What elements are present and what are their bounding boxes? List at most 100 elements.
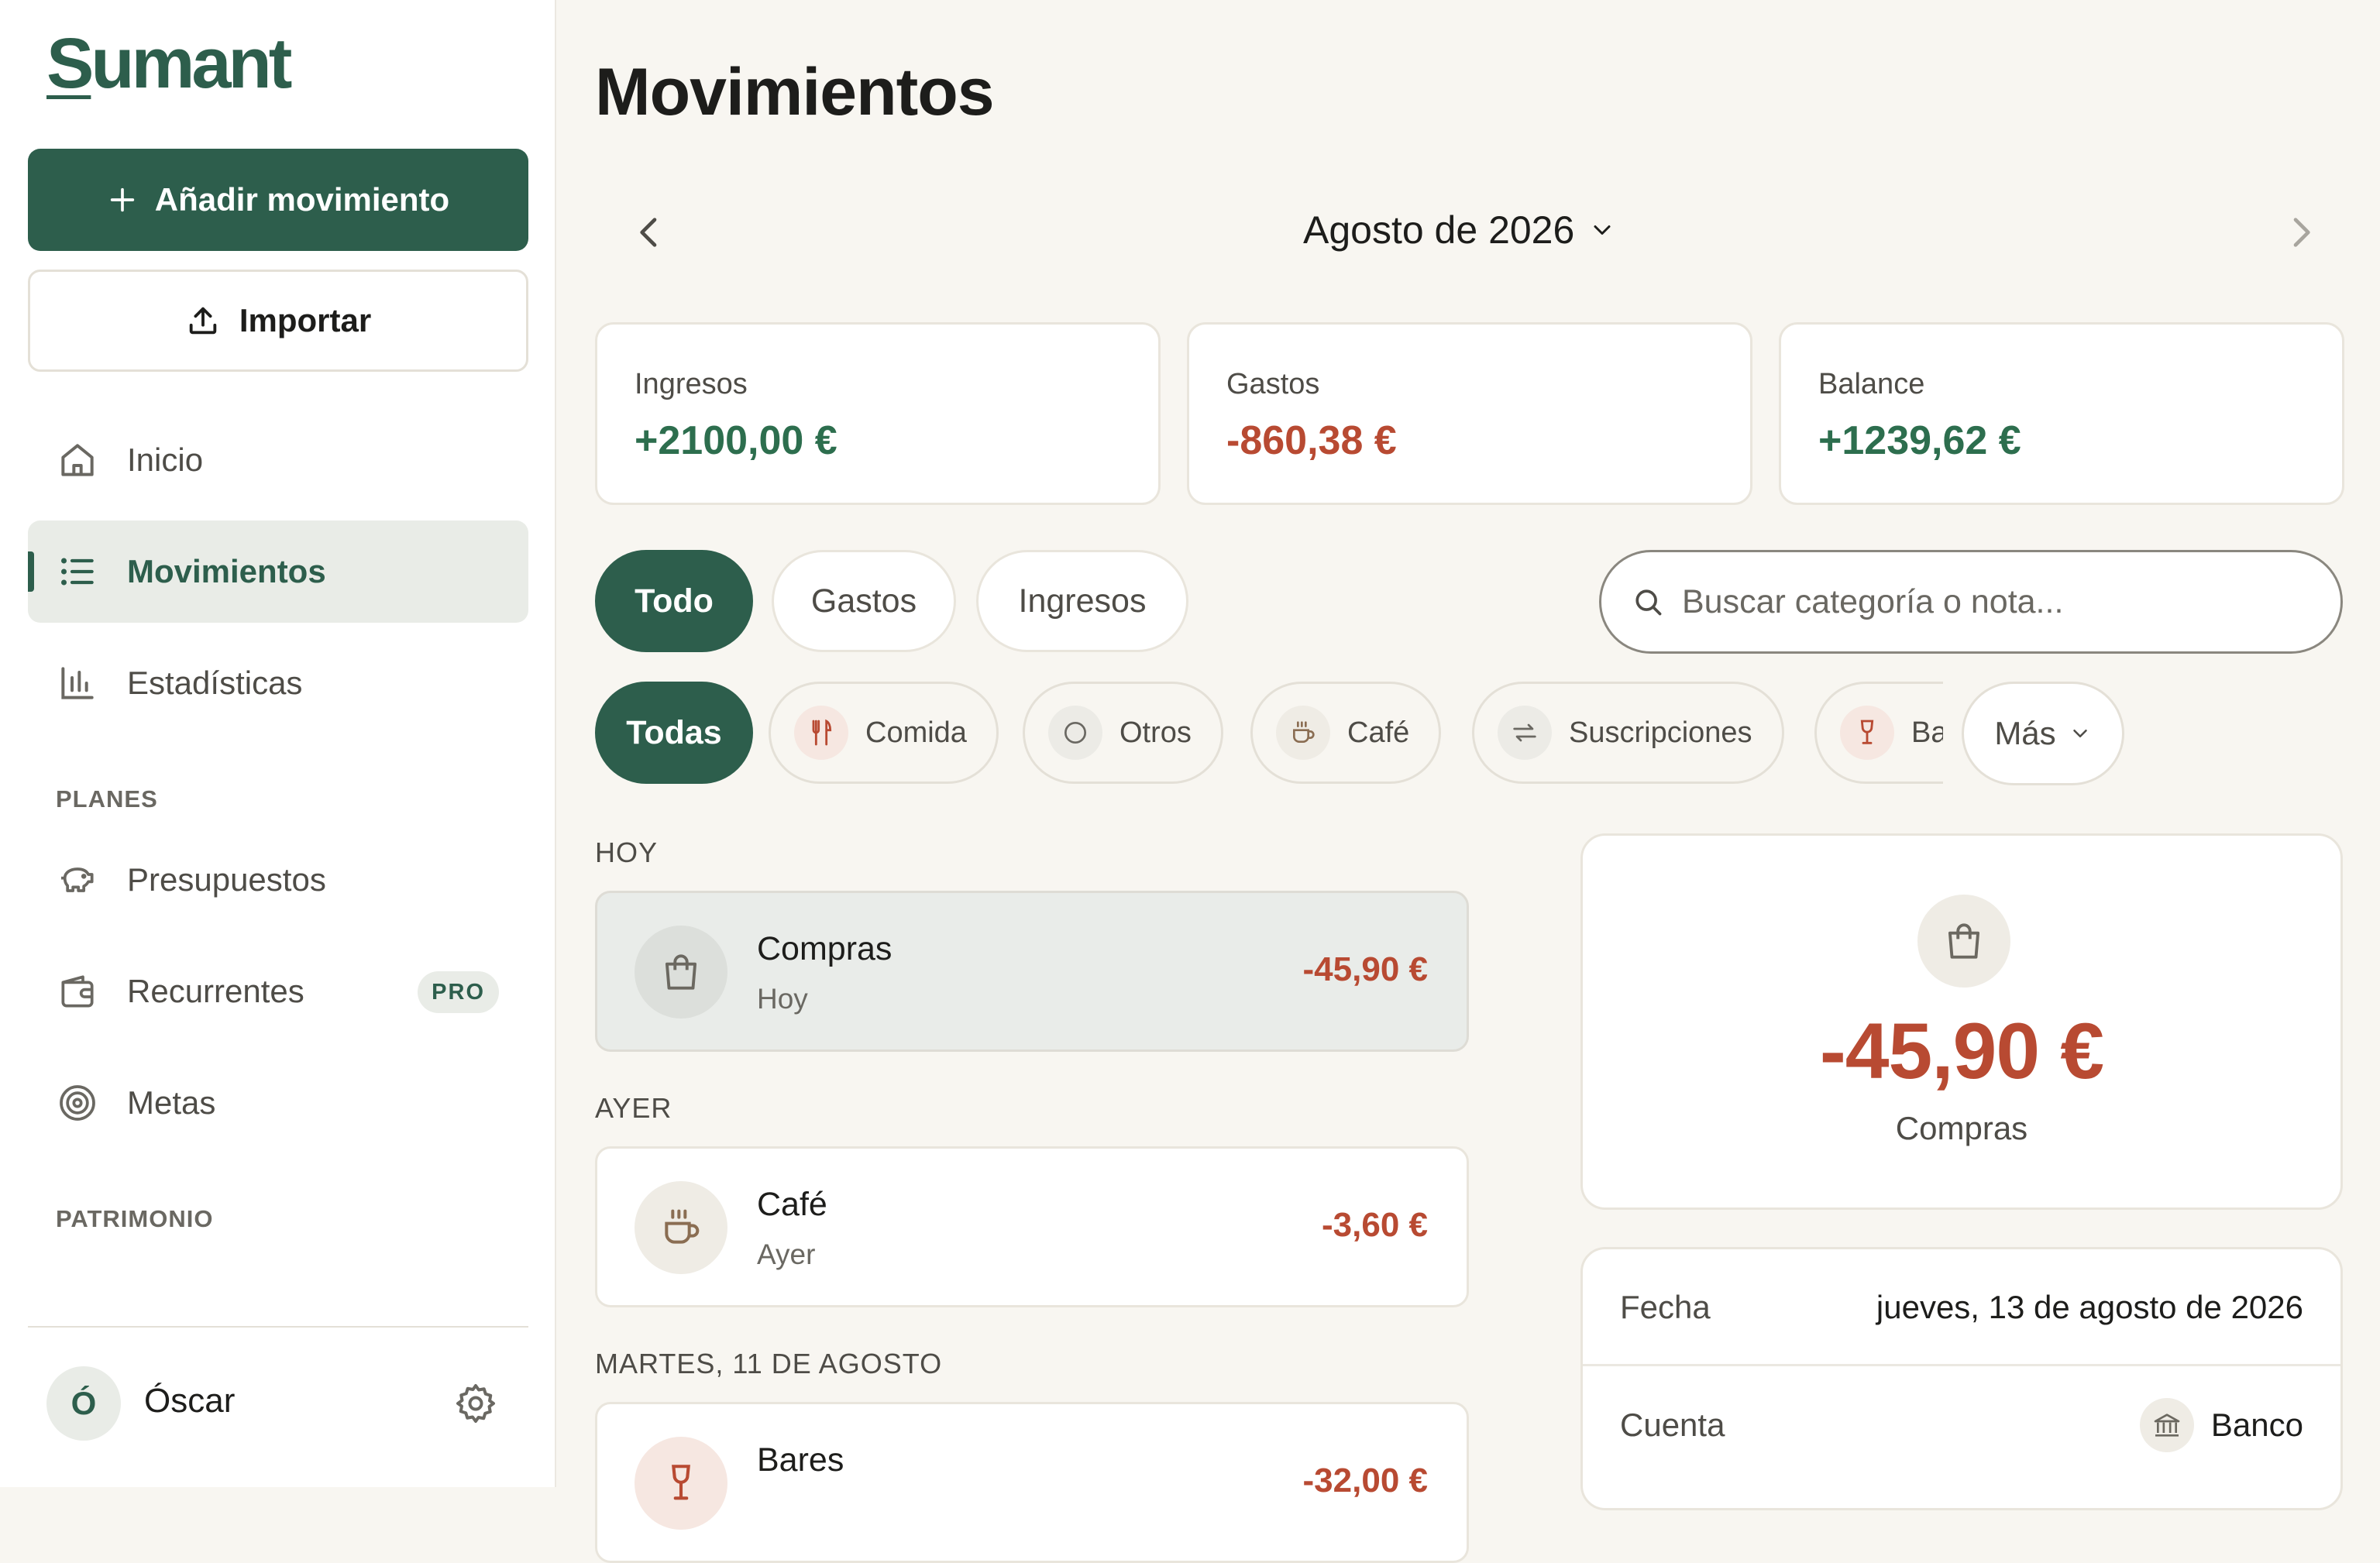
nav-label: Presupuestos: [127, 861, 326, 898]
day-label-hoy: HOY: [595, 836, 659, 868]
transaction-category: Café: [757, 1186, 827, 1223]
target-icon: [60, 1085, 95, 1121]
category-chip-todas[interactable]: Todas: [595, 682, 753, 784]
day-label-ayer: AYER: [595, 1092, 672, 1124]
divider: [1583, 1364, 2340, 1366]
info-row-date: Fecha jueves, 13 de agosto de 2026: [1583, 1249, 2340, 1365]
chip-label: Suscripciones: [1569, 716, 1752, 749]
info-value: Banco: [2139, 1398, 2303, 1452]
wine-glass-icon: [635, 1437, 727, 1530]
transaction-info-card: Fecha jueves, 13 de agosto de 2026 Cuent…: [1580, 1247, 2343, 1510]
wallet-icon: [61, 975, 94, 1008]
category-chip-suscripciones[interactable]: Suscripciones: [1472, 682, 1784, 784]
app-logo[interactable]: Sumant: [46, 23, 292, 105]
date-value: jueves, 13 de agosto de 2026: [1876, 1289, 2303, 1325]
expenses-label: Gastos: [1226, 368, 1320, 400]
filter-gastos[interactable]: Gastos: [772, 550, 956, 652]
transaction-amount: -45,90 €: [1302, 950, 1428, 988]
search-icon: [1635, 589, 1662, 616]
bar-chart-icon: [61, 667, 94, 699]
pro-badge: PRO: [418, 971, 499, 1013]
expenses-value: -860,38 €: [1226, 418, 1397, 463]
transaction-row[interactable]: Compras Hoy -45,90 €: [595, 891, 1469, 1052]
category-chip-otros[interactable]: Otros: [1023, 682, 1223, 784]
balance-card: Balance +1239,62 €: [1779, 322, 2344, 505]
plus-icon: [110, 187, 134, 212]
nav-label: Estadísticas: [127, 665, 303, 701]
nav-item-movimientos[interactable]: Movimientos: [28, 520, 528, 623]
search-field[interactable]: [1599, 550, 2343, 654]
gear-icon[interactable]: [452, 1380, 499, 1427]
info-key: Fecha: [1620, 1289, 1711, 1325]
user-name[interactable]: Óscar: [144, 1382, 235, 1420]
shopping-bag-icon: [635, 926, 727, 1019]
filter-ingresos[interactable]: Ingresos: [976, 550, 1188, 652]
balance-label: Balance: [1818, 368, 1925, 400]
detail-category: Compras: [1895, 1110, 2028, 1146]
info-value: jueves, 13 de agosto de 2026: [1876, 1289, 2303, 1326]
income-value: +2100,00 €: [635, 418, 837, 463]
page-title: Movimientos: [595, 55, 995, 129]
more-label: Más: [1994, 715, 2056, 751]
nav-item-estadisticas[interactable]: Estadísticas: [28, 632, 528, 734]
account-value: Banco: [2210, 1407, 2303, 1443]
nav-label: Recurrentes: [127, 973, 304, 1009]
chip-label: Todas: [626, 713, 722, 751]
chevron-right-icon[interactable]: [2279, 211, 2323, 254]
category-chip-bares[interactable]: Bares: [1814, 682, 1943, 784]
month-selector[interactable]: Agosto de 2026: [1303, 208, 1616, 252]
add-movement-button[interactable]: Añadir movimiento: [28, 149, 528, 251]
import-button[interactable]: Importar: [28, 270, 528, 372]
transaction-row[interactable]: Bares -32,00 €: [595, 1402, 1469, 1563]
nav-label: Metas: [127, 1084, 216, 1121]
chip-label: Comida: [865, 716, 967, 749]
expenses-card: Gastos -860,38 €: [1187, 322, 1752, 505]
shopping-bag-icon: [1917, 895, 2010, 988]
add-movement-label: Añadir movimiento: [154, 181, 450, 218]
nav-label: Inicio: [127, 441, 204, 478]
income-card: Ingresos +2100,00 €: [595, 322, 1161, 505]
category-filter-row: Todas Comida Otros Café Suscripciones Ba: [595, 680, 1943, 785]
piggy-bank-icon: [61, 867, 94, 892]
category-chip-cafe[interactable]: Café: [1250, 682, 1442, 784]
coffee-cup-icon: [1276, 706, 1330, 760]
chevron-left-icon[interactable]: [628, 211, 671, 254]
import-label: Importar: [239, 302, 372, 338]
avatar[interactable]: Ó: [46, 1366, 121, 1441]
nav-label: Movimientos: [127, 553, 326, 589]
transaction-amount: -3,60 €: [1322, 1206, 1428, 1244]
chip-label: Otros: [1119, 716, 1192, 749]
filter-todo[interactable]: Todo: [595, 550, 753, 652]
search-input[interactable]: [1682, 582, 2286, 621]
upload-icon: [189, 307, 217, 335]
wine-glass-icon: [1840, 706, 1894, 760]
chevron-down-icon: [2072, 730, 2087, 737]
sidebar-divider: [28, 1326, 528, 1328]
transaction-category: Bares: [757, 1441, 844, 1479]
transaction-row[interactable]: Café Ayer -3,60 €: [595, 1146, 1469, 1307]
fork-knife-icon: [794, 706, 848, 760]
section-label-patrimonio: PATRIMONIO: [56, 1205, 214, 1232]
transaction-amount: -32,00 €: [1302, 1462, 1428, 1499]
section-label-planes: PLANES: [56, 785, 158, 812]
circle-icon: [1048, 706, 1102, 760]
main-content: Movimientos Agosto de 2026 Ingresos +210…: [558, 0, 2380, 1563]
transaction-date: Hoy: [757, 983, 808, 1015]
nav-item-recurrentes[interactable]: Recurrentes PRO: [28, 940, 528, 1043]
transaction-category: Compras: [757, 930, 892, 967]
chip-label: Café: [1347, 716, 1410, 749]
day-label-martes: MARTES, 11 DE AGOSTO: [595, 1348, 943, 1379]
category-chip-comida[interactable]: Comida: [769, 682, 999, 784]
coffee-cup-icon: [635, 1181, 727, 1274]
nav-item-metas[interactable]: Metas: [28, 1052, 528, 1154]
balance-value: +1239,62 €: [1818, 418, 2021, 463]
nav-item-presupuestos[interactable]: Presupuestos: [28, 829, 528, 931]
bank-icon: [2139, 1398, 2194, 1452]
detail-amount: -45,90 €: [1819, 1007, 2104, 1095]
nav-item-inicio[interactable]: Inicio: [28, 409, 528, 511]
transaction-date: Ayer: [757, 1238, 816, 1270]
more-categories-button[interactable]: Más: [1962, 682, 2124, 785]
transaction-detail-card: -45,90 € Compras: [1580, 833, 2343, 1210]
income-label: Ingresos: [635, 368, 748, 400]
sidebar: Sumant Añadir movimiento Importar Inicio…: [0, 0, 556, 1487]
